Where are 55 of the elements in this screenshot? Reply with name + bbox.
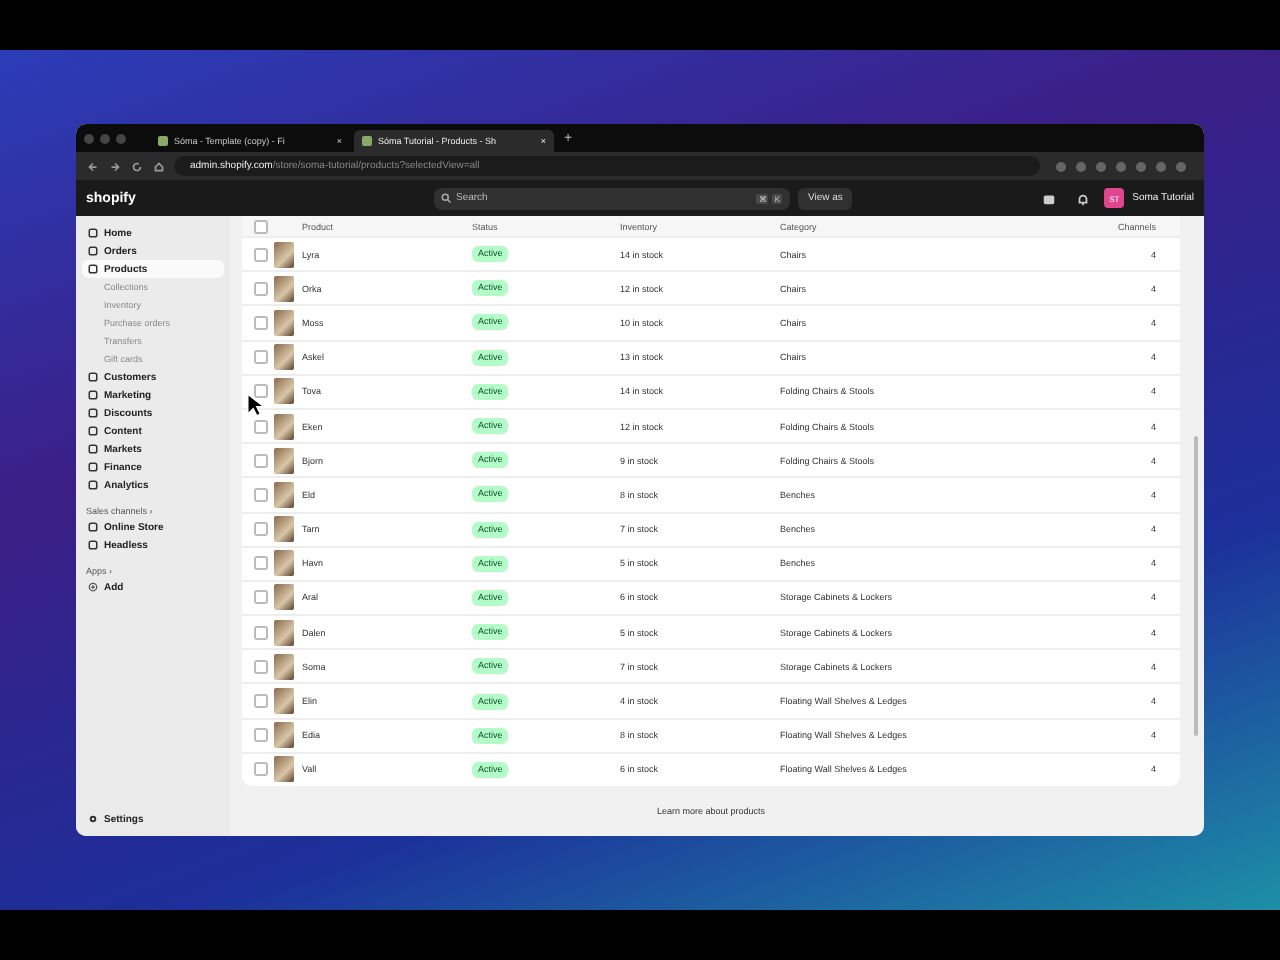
photo-placeholder <box>274 344 294 371</box>
row-checkbox[interactable] <box>254 625 268 640</box>
rounded-square-icon <box>88 522 98 532</box>
search-icon <box>440 192 452 204</box>
photo-placeholder <box>274 584 294 611</box>
scrollbar[interactable] <box>1194 436 1198 736</box>
rounded-square-icon <box>88 540 98 550</box>
row-checkbox[interactable] <box>254 659 268 674</box>
row-checkbox[interactable] <box>254 315 268 330</box>
back-icon[interactable] <box>86 159 100 173</box>
photo-placeholder <box>274 550 294 577</box>
rounded-square-icon <box>88 390 98 400</box>
rounded-square-icon <box>88 228 98 238</box>
row-checkbox[interactable] <box>254 762 268 777</box>
photo-placeholder <box>274 619 294 646</box>
row-checkbox[interactable] <box>254 453 268 468</box>
rounded-square-icon <box>88 264 98 274</box>
photo-placeholder <box>274 413 294 440</box>
plus-circle-icon <box>88 582 98 592</box>
row-checkbox[interactable] <box>254 556 268 571</box>
photo-placeholder <box>274 481 294 508</box>
select-all-checkbox[interactable] <box>254 219 268 233</box>
rounded-square-icon <box>88 444 98 454</box>
photo-placeholder <box>274 688 294 715</box>
rounded-square-icon <box>88 408 98 418</box>
rounded-square-icon <box>88 246 98 256</box>
photo-placeholder <box>274 447 294 474</box>
row-checkbox[interactable] <box>254 522 268 537</box>
settings-icon <box>88 814 98 824</box>
rounded-square-icon <box>88 426 98 436</box>
row-checkbox[interactable] <box>254 281 268 296</box>
row-checkbox[interactable] <box>254 694 268 709</box>
photo-placeholder <box>274 756 294 783</box>
store-icon[interactable] <box>1042 191 1057 205</box>
photo-placeholder <box>274 378 294 405</box>
row-checkbox[interactable] <box>254 728 268 743</box>
photo-placeholder <box>274 275 294 302</box>
reload-icon[interactable] <box>130 159 144 173</box>
rounded-square-icon <box>88 372 98 382</box>
row-checkbox[interactable] <box>254 590 268 605</box>
photo-placeholder <box>274 241 294 268</box>
photo-placeholder <box>274 309 294 336</box>
photo-placeholder <box>274 516 294 543</box>
home-icon[interactable] <box>152 159 166 173</box>
row-checkbox[interactable] <box>254 487 268 502</box>
row-checkbox[interactable] <box>254 419 268 434</box>
photo-placeholder <box>274 653 294 680</box>
row-checkbox[interactable] <box>254 384 268 399</box>
forward-icon[interactable] <box>108 159 122 173</box>
rounded-square-icon <box>88 480 98 490</box>
row-checkbox[interactable] <box>254 247 268 262</box>
bell-icon[interactable] <box>1076 191 1091 205</box>
rounded-square-icon <box>88 462 98 472</box>
row-checkbox[interactable] <box>254 350 268 365</box>
photo-placeholder <box>274 722 294 749</box>
